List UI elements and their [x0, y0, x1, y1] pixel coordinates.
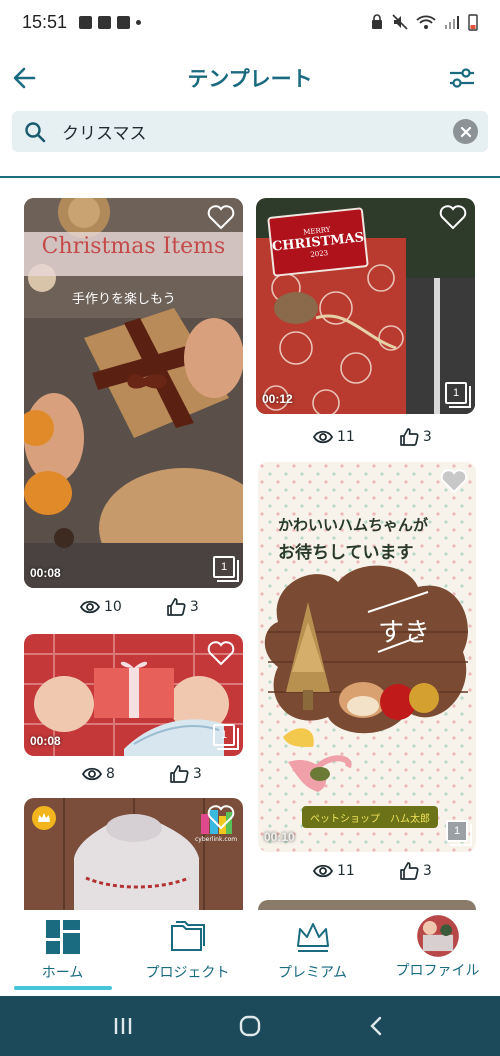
- card-stats: 11 3: [313, 862, 432, 880]
- nav-item-home[interactable]: ホーム: [0, 910, 125, 996]
- card-headline-line2: お待ちしています: [278, 543, 414, 563]
- avatar-icon: [416, 915, 459, 957]
- clear-search-button[interactable]: [453, 119, 478, 144]
- premium-crown-badge: [32, 806, 56, 830]
- template-card-red-gift[interactable]: 00:08 1: [24, 634, 243, 756]
- more-dot-icon: [136, 19, 142, 25]
- likes-stat: 3: [399, 428, 432, 446]
- favorite-heart-icon[interactable]: [207, 804, 235, 830]
- duration-label: 00:08: [30, 734, 61, 748]
- thumbs-up-icon: [399, 862, 419, 880]
- likes-count: 3: [192, 766, 202, 782]
- filter-settings-icon[interactable]: [446, 62, 478, 94]
- views-count: 11: [337, 863, 355, 879]
- nav-label-home: ホーム: [41, 965, 84, 981]
- nav-item-premium[interactable]: プレミアム: [250, 910, 375, 996]
- template-card-christmas-items[interactable]: Christmas Items 手作りを楽しもう 00:08 1: [24, 198, 243, 588]
- nav-label-project: プロジェクト: [145, 965, 230, 981]
- views-stat: 11: [313, 428, 355, 446]
- nav-item-project[interactable]: プロジェクト: [125, 910, 250, 996]
- duration-label: 00:12: [262, 392, 293, 406]
- status-time: 15:51: [22, 11, 68, 32]
- crown-icon: [38, 813, 50, 822]
- clip-count-badge: 1: [213, 556, 239, 582]
- views-stat: 8: [82, 765, 115, 783]
- template-card-merry-christmas[interactable]: MERRY CHRISTMAS 2023 00:12 1: [256, 198, 475, 414]
- active-tab-indicator: [14, 986, 112, 990]
- likes-count: 3: [189, 599, 199, 615]
- back-arrow-icon[interactable]: [10, 62, 42, 94]
- favorite-heart-icon[interactable]: [207, 640, 235, 666]
- card-subheading: 手作りを楽しもう: [72, 292, 176, 307]
- back-button-icon[interactable]: [365, 1014, 389, 1038]
- system-navigation-bar: [0, 996, 500, 1056]
- home-button-icon[interactable]: [238, 1014, 262, 1038]
- bubble-text: すき: [378, 618, 431, 648]
- duration-label: 00:08: [30, 566, 61, 580]
- nav-label-premium: プレミアム: [277, 965, 348, 981]
- close-icon: [460, 126, 471, 137]
- template-card-hamster[interactable]: かわいいハムちゃんが お待ちしています すき ペットショップ ハム太郎 00:1…: [258, 462, 476, 852]
- wifi-icon: [416, 15, 436, 29]
- views-count: 10: [104, 599, 122, 615]
- status-bar: 15:51: [0, 0, 500, 44]
- alert-icon: [117, 15, 131, 29]
- views-stat: 11: [313, 862, 355, 880]
- search-input[interactable]: クリスマス: [62, 119, 147, 144]
- clip-count-badge: 1: [213, 724, 239, 750]
- chef-icon: [98, 15, 112, 29]
- mute-icon: [392, 14, 408, 30]
- search-bar[interactable]: クリスマス: [12, 111, 488, 152]
- system-icons: [370, 13, 478, 31]
- card-headline-line1: かわいいハムちゃんが: [278, 516, 429, 534]
- eye-icon: [82, 767, 102, 781]
- cyberlink-logo-text: cyberlink.com: [195, 836, 238, 843]
- duration-label: 00:10: [264, 830, 295, 844]
- thumbs-up-icon: [170, 765, 189, 783]
- folder-icon: [170, 921, 205, 951]
- favorite-heart-icon[interactable]: [440, 468, 468, 494]
- eye-icon: [313, 864, 333, 878]
- favorite-heart-icon[interactable]: [439, 204, 467, 230]
- template-card-partial[interactable]: [258, 900, 476, 910]
- app-header: テンプレート: [0, 50, 500, 106]
- likes-count: 3: [422, 863, 432, 879]
- banner-year-text: 2023: [309, 248, 329, 259]
- home-grid-icon: [45, 920, 80, 954]
- views-count: 8: [106, 766, 115, 782]
- views-stat: 10: [80, 598, 122, 616]
- likes-stat: 3: [399, 862, 432, 880]
- views-count: 11: [337, 429, 355, 445]
- card-stats: 10 3: [80, 598, 199, 616]
- nav-item-profile[interactable]: プロファイル: [375, 910, 500, 996]
- shop-label: ペットショップ ハム太郎: [302, 806, 438, 828]
- header-divider: [0, 176, 500, 178]
- clip-count-badge: 1: [446, 820, 472, 846]
- thumbs-up-icon: [166, 598, 186, 616]
- gallery-icon: [79, 15, 93, 29]
- likes-stat: 3: [169, 765, 202, 783]
- card-heading: Christmas Items: [41, 234, 226, 259]
- favorite-heart-icon[interactable]: [207, 204, 235, 230]
- search-icon: [25, 121, 46, 142]
- clip-count-badge: 1: [445, 382, 471, 408]
- signal-icon: [445, 16, 459, 29]
- likes-count: 3: [422, 429, 432, 445]
- eye-icon: [80, 600, 100, 614]
- battery-icon: [468, 14, 478, 31]
- page-title: テンプレート: [187, 67, 313, 91]
- lock-icon: [372, 14, 382, 29]
- card-stats: 8 3: [82, 765, 202, 783]
- card-stats: 11 3: [313, 428, 432, 446]
- notification-icons: [79, 15, 142, 29]
- crown-icon: [296, 923, 329, 952]
- recent-apps-icon[interactable]: [111, 1014, 135, 1038]
- eye-icon: [313, 430, 333, 444]
- template-card-sweater[interactable]: cyberlink.com: [24, 798, 243, 910]
- nav-label-profile: プロファイル: [395, 963, 480, 979]
- bottom-navigation: ホーム プロジェクト プレミアム プロファイル: [0, 910, 500, 996]
- thumbs-up-icon: [399, 428, 419, 446]
- christmas-banner: MERRY CHRISTMAS 2023: [267, 207, 369, 277]
- likes-stat: 3: [166, 598, 199, 616]
